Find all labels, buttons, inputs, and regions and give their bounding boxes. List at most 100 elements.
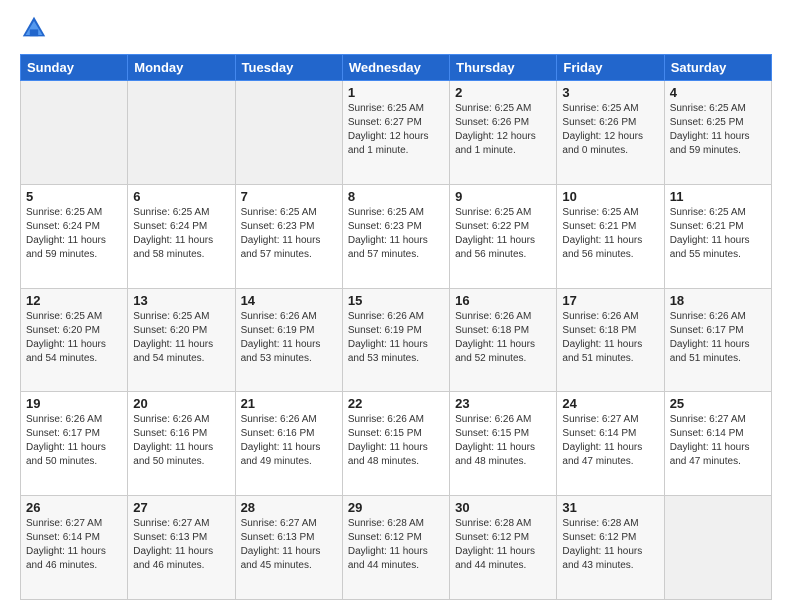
day-cell-22: 22 Sunrise: 6:26 AM Sunset: 6:15 PM Dayli… xyxy=(342,392,449,496)
day-cell-5: 5 Sunrise: 6:25 AM Sunset: 6:24 PM Daylig… xyxy=(21,184,128,288)
weekday-sunday: Sunday xyxy=(21,55,128,81)
day-info-26: Sunrise: 6:27 AM Sunset: 6:14 PM Dayligh… xyxy=(26,517,122,573)
day-cell-30: 30 Sunrise: 6:28 AM Sunset: 6:12 PM Dayli… xyxy=(450,496,557,600)
day-number-26: 26 xyxy=(26,500,122,515)
day-cell-17: 17 Sunrise: 6:26 AM Sunset: 6:18 PM Dayli… xyxy=(557,288,664,392)
header xyxy=(20,16,772,44)
weekday-header-row: SundayMondayTuesdayWednesdayThursdayFrid… xyxy=(21,55,772,81)
day-info-4: Sunrise: 6:25 AM Sunset: 6:25 PM Dayligh… xyxy=(670,102,766,158)
day-info-12: Sunrise: 6:25 AM Sunset: 6:20 PM Dayligh… xyxy=(26,310,122,366)
day-cell-14: 14 Sunrise: 6:26 AM Sunset: 6:19 PM Dayli… xyxy=(235,288,342,392)
day-number-5: 5 xyxy=(26,189,122,204)
day-cell-21: 21 Sunrise: 6:26 AM Sunset: 6:16 PM Dayli… xyxy=(235,392,342,496)
day-cell-26: 26 Sunrise: 6:27 AM Sunset: 6:14 PM Dayli… xyxy=(21,496,128,600)
day-info-15: Sunrise: 6:26 AM Sunset: 6:19 PM Dayligh… xyxy=(348,310,444,366)
logo-icon xyxy=(20,14,48,42)
day-cell-23: 23 Sunrise: 6:26 AM Sunset: 6:15 PM Dayli… xyxy=(450,392,557,496)
day-cell-24: 24 Sunrise: 6:27 AM Sunset: 6:14 PM Dayli… xyxy=(557,392,664,496)
day-number-13: 13 xyxy=(133,293,229,308)
page: SundayMondayTuesdayWednesdayThursdayFrid… xyxy=(0,0,792,612)
day-cell-27: 27 Sunrise: 6:27 AM Sunset: 6:13 PM Dayli… xyxy=(128,496,235,600)
day-info-24: Sunrise: 6:27 AM Sunset: 6:14 PM Dayligh… xyxy=(562,413,658,469)
day-number-21: 21 xyxy=(241,396,337,411)
day-number-25: 25 xyxy=(670,396,766,411)
day-number-1: 1 xyxy=(348,85,444,100)
day-number-19: 19 xyxy=(26,396,122,411)
day-cell-12: 12 Sunrise: 6:25 AM Sunset: 6:20 PM Dayli… xyxy=(21,288,128,392)
weekday-saturday: Saturday xyxy=(664,55,771,81)
week-row-3: 12 Sunrise: 6:25 AM Sunset: 6:20 PM Dayli… xyxy=(21,288,772,392)
day-cell-8: 8Sunrise: 6:25 AM Sunset: 6:23 PM Daylig… xyxy=(342,184,449,288)
day-info-29: Sunrise: 6:28 AM Sunset: 6:12 PM Dayligh… xyxy=(348,517,444,573)
day-info-30: Sunrise: 6:28 AM Sunset: 6:12 PM Dayligh… xyxy=(455,517,551,573)
day-number-31: 31 xyxy=(562,500,658,515)
day-cell-16: 16Sunrise: 6:26 AM Sunset: 6:18 PM Dayli… xyxy=(450,288,557,392)
day-number-22: 22 xyxy=(348,396,444,411)
week-row-4: 19 Sunrise: 6:26 AM Sunset: 6:17 PM Dayli… xyxy=(21,392,772,496)
day-cell-10: 10Sunrise: 6:25 AM Sunset: 6:21 PM Dayli… xyxy=(557,184,664,288)
day-cell-3: 3Sunrise: 6:25 AM Sunset: 6:26 PM Daylig… xyxy=(557,81,664,185)
empty-cell xyxy=(235,81,342,185)
day-number-27: 27 xyxy=(133,500,229,515)
week-row-5: 26 Sunrise: 6:27 AM Sunset: 6:14 PM Dayli… xyxy=(21,496,772,600)
week-row-2: 5 Sunrise: 6:25 AM Sunset: 6:24 PM Daylig… xyxy=(21,184,772,288)
day-info-7: Sunrise: 6:25 AM Sunset: 6:23 PM Dayligh… xyxy=(241,206,337,262)
weekday-wednesday: Wednesday xyxy=(342,55,449,81)
week-row-1: 1 Sunrise: 6:25 AM Sunset: 6:27 PM Daylig… xyxy=(21,81,772,185)
day-cell-7: 7 Sunrise: 6:25 AM Sunset: 6:23 PM Daylig… xyxy=(235,184,342,288)
day-info-17: Sunrise: 6:26 AM Sunset: 6:18 PM Dayligh… xyxy=(562,310,658,366)
day-number-10: 10 xyxy=(562,189,658,204)
day-number-30: 30 xyxy=(455,500,551,515)
day-number-14: 14 xyxy=(241,293,337,308)
day-cell-2: 2 Sunrise: 6:25 AM Sunset: 6:26 PM Daylig… xyxy=(450,81,557,185)
day-info-31: Sunrise: 6:28 AM Sunset: 6:12 PM Dayligh… xyxy=(562,517,658,573)
day-number-24: 24 xyxy=(562,396,658,411)
weekday-thursday: Thursday xyxy=(450,55,557,81)
day-number-7: 7 xyxy=(241,189,337,204)
day-cell-28: 28 Sunrise: 6:27 AM Sunset: 6:13 PM Dayli… xyxy=(235,496,342,600)
day-cell-15: 15 Sunrise: 6:26 AM Sunset: 6:19 PM Dayli… xyxy=(342,288,449,392)
day-info-9: Sunrise: 6:25 AM Sunset: 6:22 PM Dayligh… xyxy=(455,206,551,262)
day-number-2: 2 xyxy=(455,85,551,100)
day-info-28: Sunrise: 6:27 AM Sunset: 6:13 PM Dayligh… xyxy=(241,517,337,573)
day-info-8: Sunrise: 6:25 AM Sunset: 6:23 PM Dayligh… xyxy=(348,206,444,262)
day-cell-1: 1 Sunrise: 6:25 AM Sunset: 6:27 PM Daylig… xyxy=(342,81,449,185)
day-number-15: 15 xyxy=(348,293,444,308)
day-info-1: Sunrise: 6:25 AM Sunset: 6:27 PM Dayligh… xyxy=(348,102,444,158)
day-info-5: Sunrise: 6:25 AM Sunset: 6:24 PM Dayligh… xyxy=(26,206,122,262)
day-number-29: 29 xyxy=(348,500,444,515)
day-cell-6: 6 Sunrise: 6:25 AM Sunset: 6:24 PM Daylig… xyxy=(128,184,235,288)
day-info-19: Sunrise: 6:26 AM Sunset: 6:17 PM Dayligh… xyxy=(26,413,122,469)
day-info-21: Sunrise: 6:26 AM Sunset: 6:16 PM Dayligh… xyxy=(241,413,337,469)
empty-cell xyxy=(21,81,128,185)
day-info-11: Sunrise: 6:25 AM Sunset: 6:21 PM Dayligh… xyxy=(670,206,766,262)
day-cell-11: 11Sunrise: 6:25 AM Sunset: 6:21 PM Dayli… xyxy=(664,184,771,288)
day-number-20: 20 xyxy=(133,396,229,411)
day-info-25: Sunrise: 6:27 AM Sunset: 6:14 PM Dayligh… xyxy=(670,413,766,469)
day-cell-29: 29 Sunrise: 6:28 AM Sunset: 6:12 PM Dayli… xyxy=(342,496,449,600)
weekday-friday: Friday xyxy=(557,55,664,81)
day-cell-4: 4 Sunrise: 6:25 AM Sunset: 6:25 PM Daylig… xyxy=(664,81,771,185)
weekday-tuesday: Tuesday xyxy=(235,55,342,81)
day-number-23: 23 xyxy=(455,396,551,411)
day-number-9: 9 xyxy=(455,189,551,204)
day-info-6: Sunrise: 6:25 AM Sunset: 6:24 PM Dayligh… xyxy=(133,206,229,262)
day-info-23: Sunrise: 6:26 AM Sunset: 6:15 PM Dayligh… xyxy=(455,413,551,469)
day-cell-31: 31 Sunrise: 6:28 AM Sunset: 6:12 PM Dayli… xyxy=(557,496,664,600)
day-number-28: 28 xyxy=(241,500,337,515)
day-info-18: Sunrise: 6:26 AM Sunset: 6:17 PM Dayligh… xyxy=(670,310,766,366)
day-number-12: 12 xyxy=(26,293,122,308)
day-number-6: 6 xyxy=(133,189,229,204)
day-info-27: Sunrise: 6:27 AM Sunset: 6:13 PM Dayligh… xyxy=(133,517,229,573)
day-info-20: Sunrise: 6:26 AM Sunset: 6:16 PM Dayligh… xyxy=(133,413,229,469)
day-number-4: 4 xyxy=(670,85,766,100)
day-info-14: Sunrise: 6:26 AM Sunset: 6:19 PM Dayligh… xyxy=(241,310,337,366)
day-number-18: 18 xyxy=(670,293,766,308)
empty-cell xyxy=(664,496,771,600)
day-number-17: 17 xyxy=(562,293,658,308)
day-info-2: Sunrise: 6:25 AM Sunset: 6:26 PM Dayligh… xyxy=(455,102,551,158)
day-cell-20: 20 Sunrise: 6:26 AM Sunset: 6:16 PM Dayli… xyxy=(128,392,235,496)
day-info-22: Sunrise: 6:26 AM Sunset: 6:15 PM Dayligh… xyxy=(348,413,444,469)
day-info-16: Sunrise: 6:26 AM Sunset: 6:18 PM Dayligh… xyxy=(455,310,551,366)
weekday-monday: Monday xyxy=(128,55,235,81)
